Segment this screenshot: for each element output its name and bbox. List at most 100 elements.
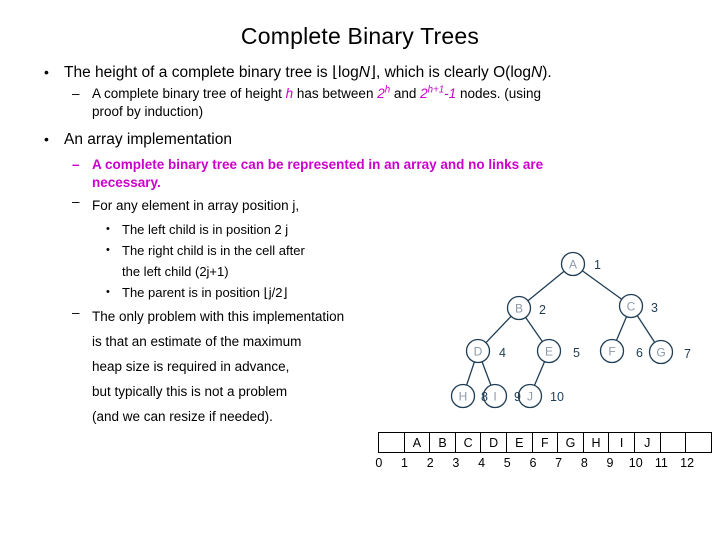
tree-node-index-i: 9: [514, 390, 521, 404]
tree-node-label-e: E: [545, 344, 553, 358]
parent-value: j/2: [268, 285, 283, 300]
bullet-marker: •: [106, 223, 110, 235]
tree-node-index-c: 3: [651, 301, 658, 315]
parent-pre: The parent is in position: [122, 285, 264, 300]
two-base-b: 2: [420, 86, 428, 101]
tree-index-labels: 1 2 3 4 5 6 7 8 9 10: [481, 258, 691, 404]
array-repr-line1: A complete binary tree can be represente…: [92, 157, 544, 172]
tree-node-label-b: B: [515, 301, 523, 315]
tree-node-label-f: F: [608, 344, 615, 358]
bullet-right-child: • The right child is in the cell after th…: [30, 240, 450, 282]
dash-marker: –: [72, 86, 80, 101]
tree-node-index-g: 7: [684, 347, 691, 361]
tree-node-index-a: 1: [594, 258, 601, 272]
array-index-3: 3: [452, 456, 460, 470]
array-cell-11[interactable]: [659, 432, 687, 453]
left-child-text: The left child is in position 2 j: [122, 222, 289, 237]
tree-node-index-e: 5: [573, 346, 580, 360]
tree-edge-b-d: [485, 315, 512, 344]
array-cell-3[interactable]: C: [454, 432, 482, 453]
height-h-var: h: [285, 86, 294, 101]
array-cell-10[interactable]: J: [633, 432, 661, 453]
array-index-0: 0: [375, 456, 383, 470]
array-index-5: 5: [503, 456, 511, 470]
two-exp-b: h+1: [427, 84, 445, 96]
tree-edge-e-j: [533, 361, 546, 386]
array-table: ABCDEFGHIJ: [378, 432, 712, 453]
binary-tree-diagram: A B C D E F G H I J 1 2 3 4 5 6 7 8 9 10: [440, 240, 720, 425]
tree-node-label-a: A: [569, 257, 577, 271]
array-cell-6[interactable]: F: [531, 432, 559, 453]
array-cell-12[interactable]: [685, 432, 712, 453]
tree-edge-a-b: [527, 270, 565, 302]
page-title: Complete Binary Trees: [240, 23, 480, 49]
bullet-height-end: ).: [542, 64, 552, 81]
array-index-9: 9: [606, 456, 614, 470]
array-cell-0[interactable]: [378, 432, 405, 453]
array-cell-2[interactable]: B: [429, 432, 456, 453]
sub-bullet-any-element: – For any element in array position j,: [30, 193, 450, 218]
log-text: log: [338, 64, 359, 81]
tree-svg: A B C D E F G H I J 1 2 3 4 5 6 7 8 9 10: [450, 251, 691, 409]
minus-one: -1: [444, 86, 457, 101]
array-index-11: 11: [654, 456, 668, 470]
dash-marker: –: [72, 194, 80, 209]
array-index-2: 2: [426, 456, 434, 470]
tree-node-label-h: H: [459, 389, 468, 403]
right-child-line1: The right child is in the cell after: [122, 243, 305, 258]
array-cell-5[interactable]: E: [505, 432, 533, 453]
any-element-text: For any element in array position j,: [92, 198, 300, 213]
bullet-array-impl: • An array implementation: [30, 129, 690, 150]
tree-edge-c-f: [615, 316, 628, 341]
sub-bullet-only-problem: – The only problem with this implementati…: [30, 304, 450, 429]
bullet-marker: •: [44, 64, 49, 80]
node-count-t2: has between: [293, 86, 378, 101]
tree-node-index-b: 2: [539, 303, 546, 317]
tree-edge-a-c: [581, 270, 623, 300]
array-cell-1[interactable]: A: [403, 432, 431, 453]
bullet-height: • The height of a complete binary tree is…: [30, 62, 690, 83]
log-n-italic: N: [358, 64, 370, 81]
array-repr-line2: necessary.: [92, 175, 161, 190]
two-base-a: 2: [377, 86, 385, 101]
bullet-height-post: , which is clearly O(log: [375, 64, 532, 81]
tree-node-label-i: I: [493, 389, 496, 403]
array-index-12: 12: [680, 456, 695, 470]
array-index-8: 8: [580, 456, 588, 470]
sub-bullet-array-repr: – A complete binary tree can be represent…: [30, 156, 690, 192]
array-cell-9[interactable]: I: [608, 432, 635, 453]
tree-node-label-j: J: [527, 389, 533, 403]
array-index-7: 7: [555, 456, 563, 470]
lower-text-block: – For any element in array position j, • T…: [30, 193, 450, 429]
only-problem-line2: is that an estimate of the maximum: [92, 334, 302, 349]
tree-edge-c-g: [636, 315, 656, 343]
array-index-4: 4: [478, 456, 486, 470]
array-cell-7[interactable]: G: [557, 432, 584, 453]
tree-edges: [466, 270, 656, 386]
dash-marker: –: [72, 305, 80, 320]
array-index-10: 10: [628, 456, 643, 470]
tree-node-label-g: G: [656, 345, 665, 359]
right-child-line2: the left child (2j+1): [122, 264, 229, 279]
tree-edge-b-e: [525, 317, 543, 342]
tree-node-label-c: C: [627, 299, 636, 313]
only-problem-line1: The only problem with this implementatio…: [92, 309, 345, 324]
only-problem-line4: but typically this is not a problem: [92, 384, 288, 399]
tree-node-index-d: 4: [499, 346, 506, 360]
array-representation: ABCDEFGHIJ: [378, 432, 712, 453]
node-count-t3: and: [390, 86, 421, 101]
bullet-left-child: • The left child is in position 2 j: [30, 219, 450, 240]
node-count-line2: proof by induction): [92, 104, 204, 119]
array-index-6: 6: [529, 456, 537, 470]
tree-edge-d-i: [481, 361, 492, 386]
array-cell-8[interactable]: H: [582, 432, 610, 453]
array-cell-4[interactable]: D: [480, 432, 507, 453]
array-index-labels: 0 1 2 3 4 5 6 7 8 9 10 11 12: [375, 456, 700, 470]
array-row: ABCDEFGHIJ: [378, 432, 712, 453]
sub-bullet-node-count: – A complete binary tree of height h has …: [30, 85, 690, 121]
tree-node-index-f: 6: [636, 346, 643, 360]
bullet-marker: •: [44, 131, 49, 147]
only-problem-line3: heap size is required in advance,: [92, 359, 290, 374]
slide: Complete Binary Trees • The height of a c…: [0, 0, 720, 540]
tree-node-index-j: 10: [550, 390, 564, 404]
